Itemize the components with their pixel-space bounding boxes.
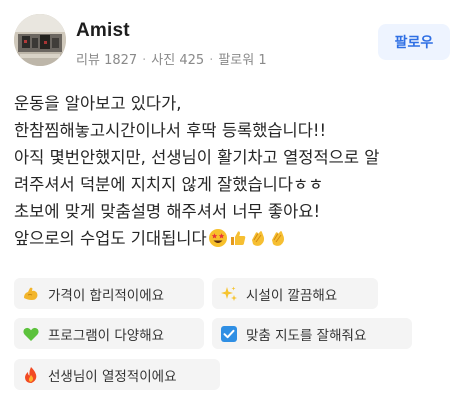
tag-reasonable-price[interactable]: 가격이 합리적이에요 <box>14 278 204 309</box>
stat-followers: 팔로워 1 <box>218 53 267 68</box>
star-struck-icon <box>208 229 227 247</box>
avatar-photo-icon <box>14 14 66 66</box>
tag-clean-facility[interactable]: 시설이 깔끔해요 <box>212 278 378 309</box>
tag-label: 시설이 깔끔해요 <box>246 287 338 304</box>
stat-photos: 사진 425 <box>151 53 205 68</box>
review-line: 아직 몇번안했지만, 선생님이 활기차고 열정적으로 알 <box>14 148 380 167</box>
tag-label: 프로그램이 다양해요 <box>48 327 165 344</box>
review-emojis <box>208 228 288 248</box>
tag-label: 가격이 합리적이에요 <box>48 287 165 304</box>
green-heart-icon <box>23 327 39 341</box>
reviewer-name[interactable]: Amist <box>76 20 130 42</box>
tag-label: 맞춤 지도를 잘해줘요 <box>246 327 367 344</box>
thumbs-up-icon <box>230 231 245 245</box>
check-box-icon <box>221 325 237 342</box>
tag-custom-coaching[interactable]: 맞춤 지도를 잘해줘요 <box>212 318 412 349</box>
review-text: 운동을 알아보고 있다가, 한참찜해놓고시간이나서 후딱 등록했습니다!! 아직… <box>14 90 454 252</box>
follow-button[interactable]: 팔로우 <box>378 24 450 60</box>
stat-reviews: 리뷰 1827 <box>76 53 138 68</box>
review-line: 한참찜해놓고시간이나서 후딱 등록했습니다!! <box>14 121 327 140</box>
fire-icon <box>25 366 37 383</box>
reviewer-stats: 리뷰 1827 · 사진 425 · 팔로워 1 <box>76 49 267 68</box>
review-line: 운동을 알아보고 있다가, <box>14 94 182 113</box>
stat-separator: · <box>142 53 147 68</box>
clapping-hands-icon <box>271 231 284 246</box>
review-line-last: 앞으로의 수업도 기대됩니다 <box>14 225 454 252</box>
muscle-icon <box>24 287 38 300</box>
tag-label: 선생님이 열정적이에요 <box>48 368 177 385</box>
clapping-hands-icon <box>251 231 264 246</box>
stat-separator: · <box>209 53 214 68</box>
tag-passionate-teacher[interactable]: 선생님이 열정적이에요 <box>14 359 220 390</box>
reviewer-header: Amist 리뷰 1827 · 사진 425 · 팔로워 1 팔로우 <box>14 14 450 74</box>
review-line: 초보에 맞게 맞춤설명 해주셔서 너무 좋아요! <box>14 202 321 221</box>
review-line-text: 앞으로의 수업도 기대됩니다 <box>14 229 207 248</box>
reviewer-avatar[interactable] <box>14 14 66 66</box>
sparkles-icon <box>221 286 237 301</box>
review-line: 려주셔서 덕분에 지치지 않게 잘했습니다ㅎㅎ <box>14 175 324 194</box>
tag-various-programs[interactable]: 프로그램이 다양해요 <box>14 318 204 349</box>
